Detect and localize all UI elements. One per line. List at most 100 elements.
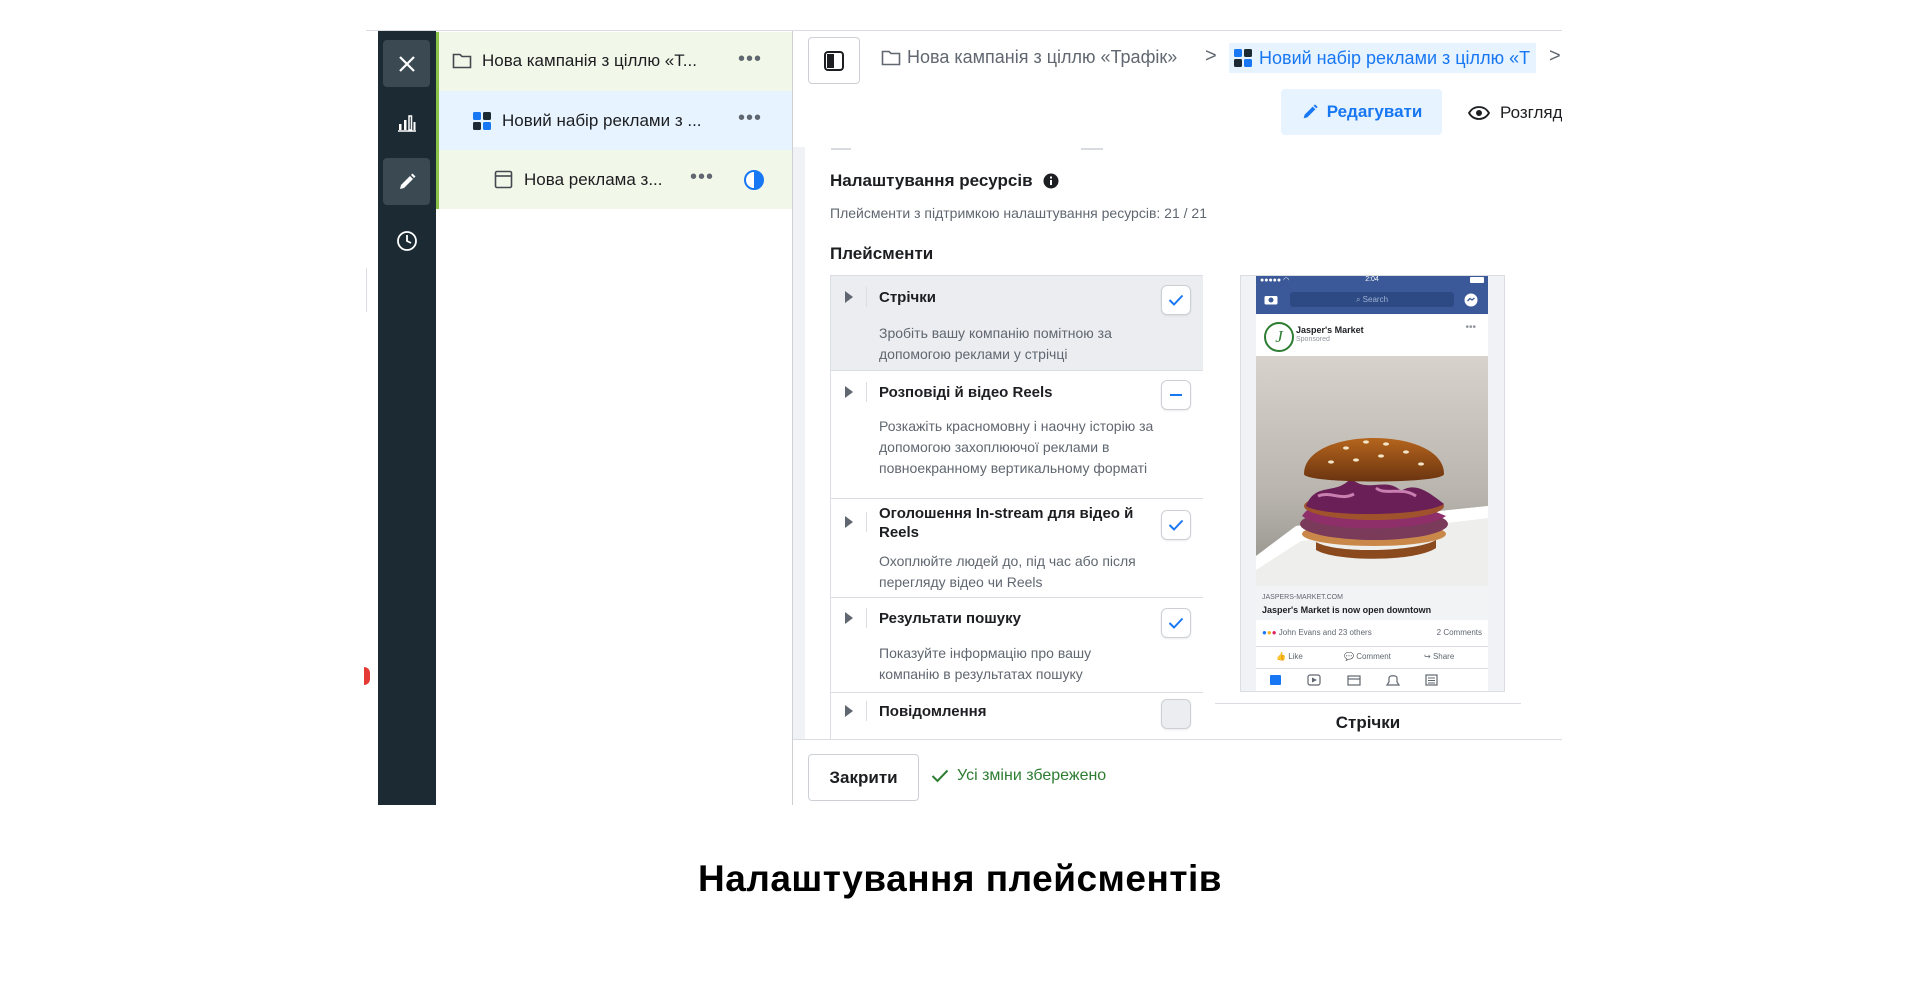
page-name: Jasper's Market [1296, 325, 1364, 335]
divider [866, 512, 867, 532]
tree-item-ad[interactable]: Нова реклама з... ••• [436, 150, 792, 209]
placement-checkbox[interactable] [1161, 510, 1191, 540]
tree-indicator [436, 32, 439, 91]
placement-item-instream[interactable]: Оголошення In-stream для відео й Reels О… [831, 499, 1203, 598]
edge-divider [366, 268, 367, 312]
expand-icon[interactable] [845, 291, 853, 303]
placement-checkbox[interactable] [1161, 608, 1191, 638]
preview-placement-label: Стрічки [1335, 713, 1401, 732]
comment-text: Comment [1356, 652, 1391, 661]
breadcrumb-label: Нова кампанія з ціллю «Трафік» [907, 47, 1178, 67]
more-options-icon[interactable]: ••• [690, 166, 714, 189]
placement-checkbox[interactable] [1161, 380, 1191, 410]
placement-checkbox[interactable] [1161, 285, 1191, 315]
scroll-gutter [793, 147, 805, 739]
left-rail [378, 31, 436, 805]
divider [866, 287, 867, 307]
close-editor-button[interactable] [383, 40, 430, 87]
eye-icon [1468, 106, 1490, 120]
editor-footer: Закрити Усі зміни збережено [793, 739, 1562, 805]
sidebar-toggle-icon [824, 50, 844, 71]
link-domain: JASPERS-MARKET.COM [1262, 594, 1343, 601]
status-half-icon [744, 170, 764, 190]
comments-count: 2 Comments [1436, 628, 1482, 637]
edit-button-label: Редагувати [1326, 102, 1423, 121]
expand-icon[interactable] [845, 705, 853, 717]
divider [866, 701, 867, 721]
placement-desc: Розкажіть красномовну і наочну історію з… [879, 418, 1154, 476]
divider [866, 382, 867, 402]
saved-status: Усі зміни збережено [931, 767, 1106, 785]
page-avatar: J [1264, 322, 1294, 352]
post-more-icon: ••• [1465, 322, 1476, 333]
breadcrumb-label: Новий набір реклами з ціллю «Т [1259, 47, 1531, 68]
share-action: ↪ Share [1424, 652, 1455, 661]
post-actions: 👍 Like 💬 Comment ↪ Share [1256, 646, 1488, 667]
checkmark-icon [1168, 294, 1184, 306]
ad-preview: ●●●●● ◠ 2:04 ⌕ Search J Jasper's Market [1203, 275, 1562, 739]
folder-icon [881, 50, 901, 66]
breadcrumb-separator: > [1205, 45, 1217, 67]
history-button[interactable] [383, 217, 430, 264]
expand-icon[interactable] [845, 612, 853, 624]
placement-title: Стрічки [879, 289, 936, 306]
placement-title: Повідомлення [879, 703, 987, 720]
clock-icon [396, 230, 417, 251]
feed-preview: ●●●●● ◠ 2:04 ⌕ Search J Jasper's Market [1256, 276, 1488, 691]
edit-mode-button[interactable] [383, 158, 430, 205]
cut-off-marks [831, 148, 1103, 150]
pencil-icon [1303, 104, 1318, 119]
edit-button[interactable]: Редагувати [1281, 89, 1442, 135]
expand-icon[interactable] [845, 516, 853, 528]
placement-desc: Показуйте інформацію про вашу компанію в… [879, 645, 1092, 682]
placement-item-messages[interactable]: Повідомлення [831, 693, 1203, 739]
more-options-icon[interactable]: ••• [738, 107, 762, 130]
more-options-icon[interactable]: ••• [738, 48, 762, 71]
info-icon[interactable] [1043, 173, 1059, 189]
resources-title-text: Налаштування ресурсів [830, 171, 1033, 190]
link-preview: JASPERS-MARKET.COM Jasper's Market is no… [1256, 586, 1488, 620]
resources-subtitle: Плейсменти з підтримкою налаштування рес… [830, 205, 1207, 221]
breadcrumb-campaign[interactable]: Нова кампанія з ціллю «Трафік» [881, 47, 1177, 68]
like-action: 👍 Like [1276, 652, 1303, 661]
minus-icon [1170, 394, 1182, 396]
placements-title: Плейсменти [830, 244, 934, 263]
tree-item-campaign[interactable]: Нова кампанія з ціллю «Т... ••• [436, 32, 792, 91]
phone-time: 2:04 [1365, 276, 1379, 283]
reactions-text: John Evans and 23 others [1278, 628, 1372, 637]
placement-checkbox[interactable] [1161, 699, 1191, 729]
saved-status-text: Усі зміни збережено [957, 767, 1107, 784]
campaign-tree: Нова кампанія з ціллю «Т... ••• Новий на… [436, 31, 793, 805]
close-button[interactable]: Закрити [808, 754, 919, 801]
placement-title: Результати пошуку [879, 610, 1021, 627]
toolbar: Нова кампанія з ціллю «Трафік» > Новий н… [793, 31, 1562, 147]
placement-item-stories[interactable]: Розповіді й відео Reels Розкажіть красно… [831, 371, 1203, 499]
folder-icon [452, 53, 472, 69]
phone-mockup: ●●●●● ◠ 2:04 ⌕ Search J Jasper's Market [1240, 275, 1505, 692]
editor-content: Налаштування ресурсів Плейсменти з підтр… [793, 147, 1562, 739]
toggle-panel-button[interactable] [808, 37, 860, 84]
placement-item-feeds[interactable]: Стрічки Зробіть вашу компанію помітною з… [831, 276, 1203, 371]
fb-search-text: Search [1362, 295, 1389, 304]
checkmark-icon [1168, 519, 1184, 531]
breadcrumb-separator: > [1549, 45, 1561, 67]
grid-icon [1234, 49, 1252, 67]
nav-icons [1270, 674, 1438, 686]
placement-desc: Зробіть вашу компанію помітною за допомо… [879, 325, 1112, 362]
main-panel: Нова кампанія з ціллю «Трафік» > Новий н… [793, 31, 1562, 805]
placement-title: Оголошення In-stream для відео й Reels [879, 505, 1134, 541]
placement-title: Розповіді й відео Reels [879, 384, 1053, 401]
grid-icon [473, 112, 491, 130]
tree-item-label: Нова кампанія з ціллю «Т... [482, 51, 697, 70]
battery-icon [1470, 277, 1484, 283]
view-button[interactable]: Розгляд [1468, 103, 1562, 123]
tree-item-adset[interactable]: Новий набір реклами з ... ••• [436, 91, 792, 150]
reports-button[interactable] [383, 99, 430, 146]
page-caption: Налаштування плейсментів [698, 858, 1222, 899]
placement-item-search[interactable]: Результати пошуку Показуйте інформацію п… [831, 598, 1203, 693]
breadcrumb-adset[interactable]: Новий набір реклами з ціллю «Т [1229, 43, 1537, 73]
ads-manager-screenshot: Нова кампанія з ціллю «Т... ••• Новий на… [366, 30, 1562, 805]
burger-illustration [1256, 356, 1488, 586]
close-icon [398, 55, 415, 72]
expand-icon[interactable] [845, 386, 853, 398]
